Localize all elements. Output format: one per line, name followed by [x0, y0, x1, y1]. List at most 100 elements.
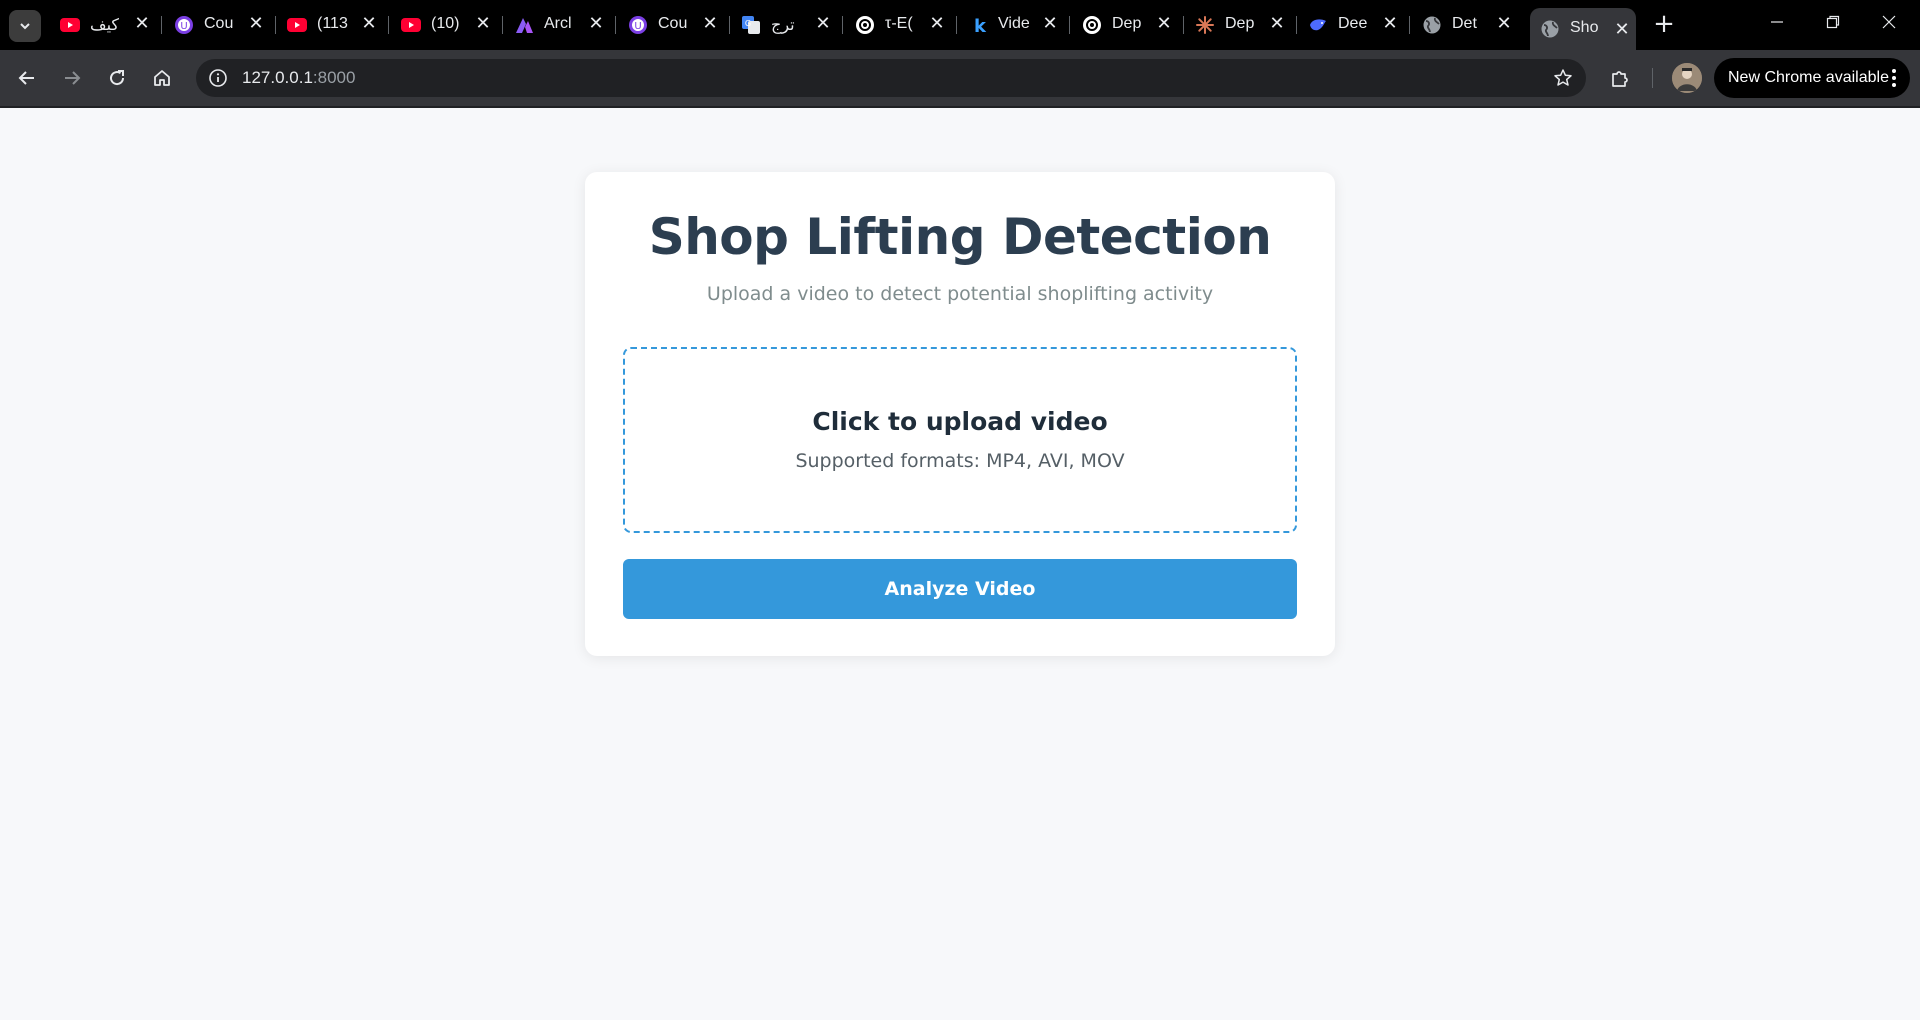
arrow-left-icon [18, 71, 34, 85]
profile-avatar[interactable] [1672, 63, 1702, 93]
browser-tab[interactable]: Dep ✕ [1072, 8, 1184, 42]
upload-card: Shop Lifting Detection Upload a video to… [585, 172, 1335, 656]
tab-title: Det [1452, 15, 1477, 32]
tab-title: كيف [90, 17, 120, 34]
globe-icon [1540, 20, 1560, 38]
tab-separator [275, 16, 276, 34]
url-text[interactable]: 127.0.0.1:8000 [242, 68, 355, 88]
arrow-right-icon [65, 71, 81, 85]
tab-title: Sho [1570, 19, 1599, 36]
tab-separator [1183, 16, 1184, 34]
tab-title: Dep [1225, 15, 1255, 32]
browser-tab[interactable]: (113 ✕ [277, 8, 389, 42]
tab-separator [956, 16, 957, 34]
tab-separator [1409, 16, 1410, 34]
tab-search-button[interactable] [9, 10, 41, 42]
minimize-button[interactable] [1754, 10, 1800, 40]
tab-title: Vide [998, 15, 1030, 32]
deepseek-icon [1308, 16, 1328, 34]
tab-title: ترج [771, 17, 795, 34]
tab-separator [388, 16, 389, 34]
browser-tab[interactable]: كيف ✕ [50, 8, 162, 42]
tab-close-icon[interactable]: ✕ [927, 13, 947, 35]
reload-button[interactable] [101, 62, 133, 94]
browser-tab[interactable]: G ترج ✕ [731, 8, 843, 42]
restore-button[interactable] [1810, 10, 1856, 40]
tab-title: Dep [1112, 15, 1142, 32]
home-button[interactable] [146, 62, 178, 94]
kling-icon: k [968, 16, 988, 35]
new-tab-button[interactable]: + [1650, 10, 1678, 40]
browser-tab[interactable]: (10) ✕ [391, 8, 503, 42]
tab-separator [502, 16, 503, 34]
tab-separator [1069, 16, 1070, 34]
page-subtitle: Upload a video to detect potential shopl… [706, 283, 1214, 305]
tab-close-icon[interactable]: ✕ [246, 13, 266, 35]
video-upload-dropzone[interactable]: Click to upload video Supported formats:… [623, 347, 1297, 533]
openai-icon [855, 16, 875, 34]
tab-close-icon[interactable]: ✕ [1612, 19, 1632, 41]
back-button[interactable] [11, 62, 43, 94]
browser-tab[interactable]: U Cou ✕ [164, 8, 276, 42]
tab-close-icon[interactable]: ✕ [359, 13, 379, 35]
browser-tab[interactable]: Dep ✕ [1185, 8, 1297, 42]
tab-close-icon[interactable]: ✕ [586, 13, 606, 35]
youtube-icon [60, 16, 80, 34]
tab-title: (10) [431, 15, 460, 32]
restore-icon [1826, 15, 1840, 29]
site-info-icon[interactable] [206, 66, 230, 90]
browser-tab[interactable]: k Vide ✕ [958, 8, 1070, 42]
extensions-button[interactable] [1604, 62, 1636, 94]
tab-title: Cou [658, 15, 688, 32]
browser-tab[interactable]: Det ✕ [1412, 8, 1522, 42]
tab-close-icon[interactable]: ✕ [700, 13, 720, 35]
tab-separator [615, 16, 616, 34]
google-translate-icon: G [741, 16, 761, 34]
browser-tab[interactable]: τ-E(✕ [845, 8, 957, 42]
claude-icon [1195, 16, 1215, 34]
update-label: New Chrome available [1728, 69, 1889, 86]
close-icon [1882, 15, 1896, 29]
coursera-icon: U [174, 16, 194, 34]
tab-separator [161, 16, 162, 34]
tab-close-icon[interactable]: ✕ [1494, 13, 1514, 35]
window-close-button[interactable] [1866, 10, 1912, 40]
svg-text:U: U [180, 21, 187, 32]
minimize-icon [1771, 21, 1783, 23]
youtube-icon [287, 16, 307, 34]
tab-title: (113 [317, 15, 348, 32]
tab-separator [1296, 16, 1297, 34]
tab-close-icon[interactable]: ✕ [1267, 13, 1287, 35]
tab-active[interactable]: Sho ✕ [1530, 8, 1636, 50]
toolbar-divider [1652, 68, 1653, 88]
chevron-down-icon [20, 23, 30, 30]
browser-tab[interactable]: Dee ✕ [1298, 8, 1410, 42]
tab-close-icon[interactable]: ✕ [1380, 13, 1400, 35]
upload-formats: Supported formats: MP4, AVI, MOV [795, 450, 1125, 472]
upload-title: Click to upload video [812, 407, 1108, 436]
svg-text:k: k [974, 16, 987, 35]
bookmark-star-icon[interactable] [1552, 67, 1574, 89]
reload-icon [110, 70, 125, 86]
tab-separator [842, 16, 843, 34]
forward-button[interactable] [56, 62, 88, 94]
puzzle-icon [1612, 71, 1628, 87]
tab-close-icon[interactable]: ✕ [813, 13, 833, 35]
address-bar[interactable]: 127.0.0.1:8000 [196, 59, 1586, 97]
tab-title: Dee [1338, 15, 1368, 32]
globe-icon [1422, 16, 1442, 34]
svg-text:U: U [634, 21, 641, 32]
arc-icon [514, 16, 534, 34]
tab-separator [729, 16, 730, 34]
chrome-update-button[interactable]: New Chrome available [1714, 58, 1910, 98]
browser-toolbar: 127.0.0.1:8000 New Chrome available [0, 50, 1920, 108]
browser-tab[interactable]: U Cou ✕ [618, 8, 730, 42]
tab-close-icon[interactable]: ✕ [473, 13, 493, 35]
tab-close-icon[interactable]: ✕ [132, 13, 152, 35]
coursera-icon: U [628, 16, 648, 34]
browser-tab[interactable]: Arcl ✕ [504, 8, 616, 42]
tab-title: Cou [204, 15, 234, 32]
tab-close-icon[interactable]: ✕ [1040, 13, 1060, 35]
tab-close-icon[interactable]: ✕ [1154, 13, 1174, 35]
analyze-video-button[interactable]: Analyze Video [623, 559, 1297, 619]
